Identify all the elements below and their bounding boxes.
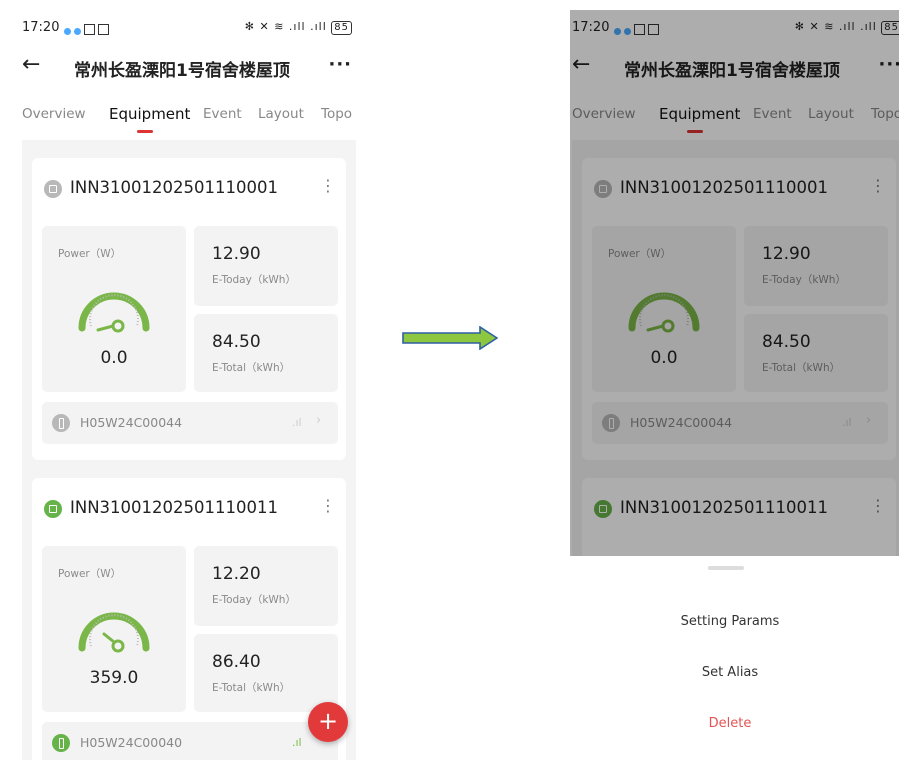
device-menu-icon[interactable]: ⋮ (320, 176, 336, 195)
e-total-label: E-Total（kWh） (212, 362, 291, 374)
screen: 17:20 ✻ ✕ ≋ .ıll .ıll 85 ← 常州长盈溧阳1号宿舍楼屋顶… (10, 0, 360, 760)
datalogger-online-icon (52, 734, 70, 752)
datalogger-serial: H05W24C00040 (80, 735, 183, 750)
device-card-header: INN31001202501110001 ⋮ (32, 158, 346, 218)
e-today-value: 12.90 (212, 244, 261, 264)
power-gauge-icon (78, 612, 150, 653)
power-tile: Power（W） 0.0 (42, 226, 186, 392)
device-list: INN31001202501110001 ⋮ Power（W） 0.0 12.9… (22, 140, 356, 760)
e-today-tile: 12.20 E-Today（kWh） (194, 546, 338, 626)
inverter-online-icon (44, 500, 62, 518)
app-header: ← 常州长盈溧阳1号宿舍楼屋顶 ··· (22, 52, 352, 82)
tab-event[interactable]: Event (203, 106, 242, 122)
e-today-label: E-Today（kWh） (212, 274, 296, 286)
notify-dot-icon (74, 28, 81, 35)
e-total-label: E-Total（kWh） (212, 682, 291, 694)
screen: 17:20 ✻ ✕ ≋ .ıll .ıll 85 ← 常州长盈溧阳1号宿舍楼屋顶… (570, 10, 899, 760)
datalogger-row[interactable]: H05W24C00040 .ıl (42, 722, 338, 760)
notify-dot-icon (64, 28, 71, 35)
e-total-value: 84.50 (212, 332, 261, 352)
e-today-value: 12.20 (212, 564, 261, 584)
add-device-button[interactable]: + (308, 702, 348, 742)
notification-icons (64, 24, 112, 39)
tab-equipment[interactable]: Equipment (109, 106, 190, 123)
sheet-drag-handle[interactable] (708, 566, 744, 570)
status-time: 17:20 (22, 20, 60, 35)
action-sheet: Setting Params Set Alias Delete (570, 556, 899, 760)
app-icon (98, 24, 109, 35)
tab-layout[interactable]: Layout (258, 106, 304, 122)
signal-weak-icon: .ıl (292, 416, 302, 429)
setting-params-option[interactable]: Setting Params (570, 614, 899, 629)
battery-icon: 85 (331, 21, 352, 35)
back-arrow-icon[interactable]: ← (22, 52, 40, 77)
status-right: ✻ ✕ ≋ .ıll .ıll 85 (245, 20, 352, 35)
power-value: 0.0 (100, 348, 128, 368)
e-total-tile: 86.40 E-Total（kWh） (194, 634, 338, 712)
phone-screen-after: 17:20 ✻ ✕ ≋ .ıll .ıll 85 ← 常州长盈溧阳1号宿舍楼屋顶… (570, 10, 899, 760)
phone-screen-before: 17:20 ✻ ✕ ≋ .ıll .ıll 85 ← 常州长盈溧阳1号宿舍楼屋顶… (10, 0, 360, 760)
device-serial: INN31001202501110001 (70, 178, 279, 197)
device-serial: INN31001202501110011 (70, 498, 279, 517)
e-total-value: 86.40 (212, 652, 261, 672)
power-label: Power（W） (58, 568, 122, 580)
transition-arrow-icon (402, 326, 498, 350)
e-today-label: E-Today（kWh） (212, 594, 296, 606)
device-menu-icon[interactable]: ⋮ (320, 496, 336, 515)
tab-topology[interactable]: Topolc (321, 106, 352, 122)
device-card[interactable]: INN31001202501110011 ⋮ Power（W） 359.0 12… (32, 478, 346, 760)
signal-icons: ✻ ✕ ≋ .ıll .ıll (244, 20, 327, 33)
datalogger-offline-icon (52, 414, 70, 432)
power-tile: Power（W） 359.0 (42, 546, 186, 712)
more-options-icon[interactable]: ··· (328, 54, 352, 75)
tab-overview[interactable]: Overview (22, 106, 86, 122)
device-card[interactable]: INN31001202501110001 ⋮ Power（W） 0.0 12.9… (32, 158, 346, 460)
signal-strong-icon: .ıl (292, 736, 302, 749)
datalogger-row[interactable]: H05W24C00044 .ıl › (42, 402, 338, 444)
e-total-tile: 84.50 E-Total（kWh） (194, 314, 338, 392)
set-alias-option[interactable]: Set Alias (570, 665, 899, 680)
datalogger-serial: H05W24C00044 (80, 415, 183, 430)
page-title: 常州长盈溧阳1号宿舍楼屋顶 (74, 61, 290, 81)
device-card-header: INN31001202501110011 ⋮ (32, 478, 346, 538)
tab-bar: Overview Equipment Event Layout Topolc (22, 106, 352, 136)
power-value: 359.0 (89, 668, 139, 688)
chevron-right-icon: › (316, 413, 322, 428)
inverter-offline-icon (44, 180, 62, 198)
e-today-tile: 12.90 E-Today（kWh） (194, 226, 338, 306)
status-bar: 17:20 ✻ ✕ ≋ .ıll .ıll 85 (22, 20, 352, 42)
delete-option[interactable]: Delete (570, 716, 899, 731)
power-label: Power（W） (58, 248, 122, 260)
power-gauge-icon (78, 292, 150, 333)
active-tab-indicator (137, 130, 153, 133)
nfc-icon (84, 24, 95, 35)
